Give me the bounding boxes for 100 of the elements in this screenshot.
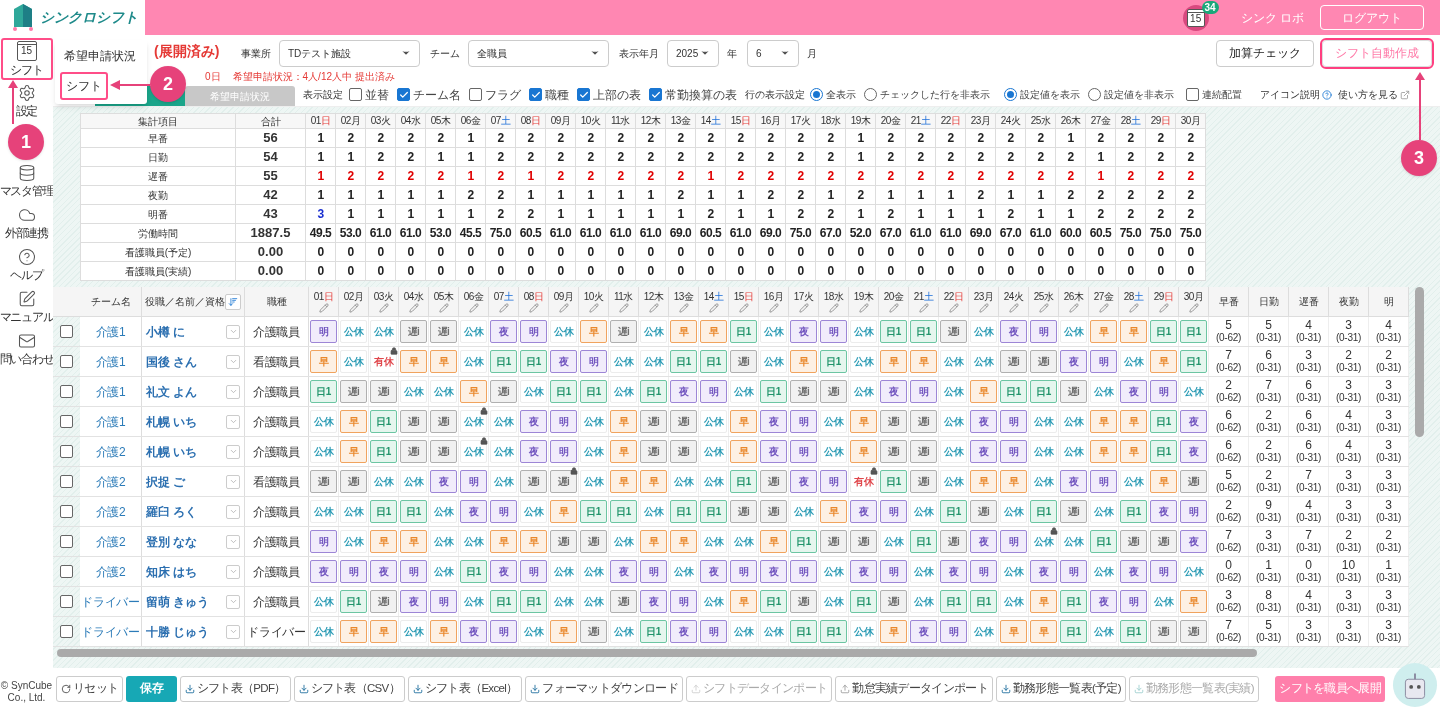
shift-chip[interactable]: 早 xyxy=(910,350,937,373)
shift-chip[interactable]: 公休 xyxy=(1030,470,1057,493)
dropdown-button[interactable] xyxy=(226,384,240,399)
pencil-icon[interactable] xyxy=(978,302,989,313)
toolbar-button[interactable]: 勤怠実績データインポート xyxy=(835,676,993,702)
shift-chip[interactable]: 早 xyxy=(430,350,457,373)
pencil-icon[interactable] xyxy=(918,302,929,313)
shift-chip[interactable]: 遅i xyxy=(1030,350,1057,373)
shift-chip[interactable]: 早 xyxy=(1030,620,1057,643)
shift-chip[interactable]: 遅i xyxy=(550,530,577,553)
shift-chip[interactable]: 早 xyxy=(790,350,817,373)
shift-chip[interactable]: 遅i xyxy=(820,380,847,403)
shift-chip[interactable]: 公休 xyxy=(940,410,967,433)
shift-chip[interactable]: 日1 xyxy=(970,590,997,613)
shift-chip[interactable]: 公休 xyxy=(1090,620,1117,643)
shift-chip[interactable]: 公休 xyxy=(820,440,847,463)
shift-chip[interactable]: 公休 xyxy=(1120,470,1147,493)
pencil-icon[interactable] xyxy=(678,302,689,313)
pencil-icon[interactable] xyxy=(1098,302,1109,313)
shift-chip[interactable]: 遅i xyxy=(940,530,967,553)
shift-chip[interactable]: 公休 xyxy=(340,320,367,343)
checkbox[interactable] xyxy=(649,88,662,101)
shift-chip[interactable]: 公休 xyxy=(1090,500,1117,523)
shift-chip[interactable]: 早 xyxy=(880,350,907,373)
dropdown-button[interactable] xyxy=(226,504,240,519)
shift-chip[interactable]: 日1 xyxy=(910,530,937,553)
shift-chip[interactable]: 早 xyxy=(610,470,637,493)
shift-chip[interactable]: 夜 xyxy=(970,410,997,433)
checkbox[interactable] xyxy=(60,475,73,488)
shift-chip[interactable]: 公休 xyxy=(820,590,847,613)
sidebar-item[interactable]: 外部連携 xyxy=(0,202,53,244)
shift-chip[interactable]: 公休 xyxy=(430,530,457,553)
shift-chip[interactable]: 公休 xyxy=(430,380,457,403)
shift-chip[interactable]: 明 xyxy=(490,620,517,643)
pencil-icon[interactable] xyxy=(588,302,599,313)
pencil-icon[interactable] xyxy=(768,302,779,313)
shift-chip[interactable]: 公休 xyxy=(400,620,427,643)
shift-chip[interactable]: 早 xyxy=(730,440,757,463)
shift-chip[interactable]: 日1 xyxy=(580,500,607,523)
shift-chip[interactable]: 夜 xyxy=(460,500,487,523)
shift-chip[interactable]: 夜 xyxy=(940,560,967,583)
shift-chip[interactable]: 公休 xyxy=(610,380,637,403)
shift-chip[interactable]: 日1 xyxy=(520,590,547,613)
shift-chip[interactable]: 早 xyxy=(460,380,487,403)
shift-chip[interactable]: 夜 xyxy=(1120,560,1147,583)
radio-button[interactable] xyxy=(864,88,877,101)
shift-chip[interactable]: 明 xyxy=(520,320,547,343)
menu-item[interactable]: 希望申請状況 xyxy=(60,44,140,68)
shift-chip[interactable]: 日1 xyxy=(1120,500,1147,523)
shift-chip[interactable]: 明 xyxy=(1000,440,1027,463)
shift-chip[interactable]: 公休 xyxy=(970,320,997,343)
checkbox[interactable] xyxy=(60,445,73,458)
dropdown-button[interactable] xyxy=(226,534,240,549)
shift-chip[interactable]: 早 xyxy=(1090,320,1117,343)
shift-chip[interactable]: 日1 xyxy=(760,380,787,403)
shift-chip[interactable]: 公休 xyxy=(610,620,637,643)
shift-chip[interactable]: 日1 xyxy=(850,590,877,613)
shift-chip[interactable]: 早 xyxy=(1120,440,1147,463)
shift-chip[interactable]: 日1 xyxy=(940,500,967,523)
shift-chip[interactable]: 夜 xyxy=(1000,320,1027,343)
shift-chip[interactable]: 日1 xyxy=(1060,590,1087,613)
shift-chip[interactable]: 日1 xyxy=(670,350,697,373)
shift-chip[interactable]: 公休 xyxy=(310,620,337,643)
shift-chip[interactable]: 遅i xyxy=(340,380,367,403)
shift-chip[interactable]: 夜 xyxy=(1150,500,1177,523)
checkbox[interactable] xyxy=(1186,88,1199,101)
shift-chip[interactable]: 公休 xyxy=(580,470,607,493)
sidebar-item[interactable]: 15 シフト xyxy=(0,38,53,80)
shift-chip[interactable]: 遅i xyxy=(550,470,577,493)
checkbox[interactable] xyxy=(529,88,542,101)
shift-chip[interactable]: 公休 xyxy=(460,590,487,613)
dropdown-button[interactable] xyxy=(226,564,240,579)
checkbox[interactable] xyxy=(397,88,410,101)
shift-chip[interactable]: 日1 xyxy=(370,440,397,463)
shift-chip[interactable]: 遅i xyxy=(370,380,397,403)
shift-chip[interactable]: 明 xyxy=(1150,560,1177,583)
shift-chip[interactable]: 公休 xyxy=(1090,380,1117,403)
shift-chip[interactable]: 夜 xyxy=(1120,380,1147,403)
checkbox[interactable] xyxy=(60,595,73,608)
shift-chip[interactable]: 遅i xyxy=(790,590,817,613)
horizontal-scrollbar[interactable] xyxy=(57,649,1257,657)
pencil-icon[interactable] xyxy=(1008,302,1019,313)
shift-chip[interactable]: 早 xyxy=(1150,350,1177,373)
shift-chip[interactable]: 遅i xyxy=(520,470,547,493)
toolbar-button[interactable]: シフトを職員へ展開 xyxy=(1275,676,1385,702)
pencil-icon[interactable] xyxy=(798,302,809,313)
shift-chip[interactable]: 遅i xyxy=(880,410,907,433)
shift-chip[interactable]: 日1 xyxy=(700,350,727,373)
shift-chip[interactable]: 遅i xyxy=(310,470,337,493)
shift-chip[interactable]: 遅i xyxy=(910,440,937,463)
shift-chip[interactable]: 公休 xyxy=(760,350,787,373)
shift-chip[interactable]: 日1 xyxy=(820,620,847,643)
shift-chip[interactable]: 早 xyxy=(970,470,997,493)
dropdown-button[interactable] xyxy=(226,414,240,429)
shift-chip[interactable]: 早 xyxy=(1000,470,1027,493)
toolbar-button[interactable]: 勤務形態一覧表(予定) xyxy=(995,676,1126,702)
shift-chip[interactable]: 公休 xyxy=(1090,560,1117,583)
pencil-icon[interactable] xyxy=(348,302,359,313)
shift-chip[interactable]: 明 xyxy=(550,440,577,463)
shift-chip[interactable]: 夜 xyxy=(790,320,817,343)
